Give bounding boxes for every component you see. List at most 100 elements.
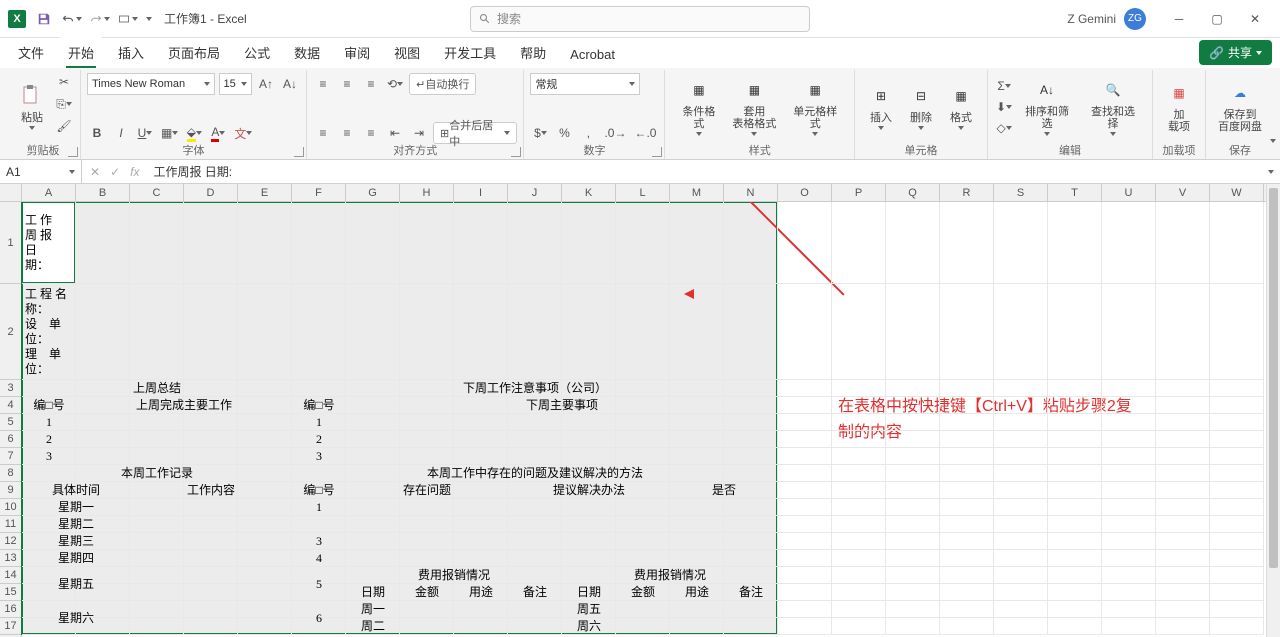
cell[interactable]: 3 bbox=[292, 533, 346, 550]
paste-button[interactable]: 粘贴 bbox=[12, 72, 52, 140]
tab-file[interactable]: 文件 bbox=[8, 37, 54, 68]
align-top-icon[interactable]: ≡ bbox=[313, 74, 333, 94]
copy-icon[interactable]: ⎘ bbox=[54, 94, 74, 114]
tab-insert[interactable]: 插入 bbox=[108, 37, 154, 68]
underline-icon[interactable]: U bbox=[135, 123, 155, 143]
currency-icon[interactable]: $ bbox=[530, 123, 550, 143]
col-header-E[interactable]: E bbox=[238, 184, 292, 201]
italic-icon[interactable]: I bbox=[111, 123, 131, 143]
tab-help[interactable]: 帮助 bbox=[510, 37, 556, 68]
tab-review[interactable]: 审阅 bbox=[334, 37, 380, 68]
cell[interactable]: 周六 bbox=[562, 618, 616, 635]
row-header-4[interactable]: 4 bbox=[0, 397, 21, 414]
tab-formulas[interactable]: 公式 bbox=[234, 37, 280, 68]
cell[interactable]: 日期 bbox=[562, 584, 616, 601]
col-header-A[interactable]: A bbox=[22, 184, 76, 201]
row-header-1[interactable]: 1 bbox=[0, 202, 21, 284]
redo-icon[interactable] bbox=[90, 9, 110, 29]
cell[interactable]: 编□号 bbox=[292, 482, 346, 499]
align-bottom-icon[interactable]: ≡ bbox=[361, 74, 381, 94]
row-header-12[interactable]: 12 bbox=[0, 533, 21, 550]
row-header-11[interactable]: 11 bbox=[0, 516, 21, 533]
cell[interactable]: 周一 bbox=[346, 601, 400, 618]
font-launcher[interactable] bbox=[294, 147, 304, 157]
maximize-button[interactable]: ▢ bbox=[1200, 6, 1234, 32]
cancel-formula-icon[interactable]: ✕ bbox=[86, 165, 104, 179]
minimize-button[interactable]: ─ bbox=[1162, 6, 1196, 32]
cell-style-button[interactable]: ▦单元格样式 bbox=[782, 72, 848, 140]
border-icon[interactable]: ▦ bbox=[159, 123, 180, 143]
tab-dev[interactable]: 开发工具 bbox=[434, 37, 506, 68]
cell[interactable]: 1 bbox=[22, 414, 76, 431]
col-header-W[interactable]: W bbox=[1210, 184, 1264, 201]
cell[interactable]: 上周总结 bbox=[22, 380, 292, 397]
cell[interactable]: 费用报销情况 bbox=[562, 567, 778, 584]
cell[interactable]: 备注 bbox=[508, 584, 562, 601]
row-header-7[interactable]: 7 bbox=[0, 448, 21, 465]
col-header-U[interactable]: U bbox=[1102, 184, 1156, 201]
cell[interactable]: 金额 bbox=[616, 584, 670, 601]
align-left-icon[interactable]: ≡ bbox=[313, 123, 333, 143]
comma-icon[interactable]: , bbox=[578, 123, 598, 143]
close-button[interactable]: ✕ bbox=[1238, 6, 1272, 32]
cell[interactable]: 提议解决办法 bbox=[508, 482, 670, 499]
col-header-Q[interactable]: Q bbox=[886, 184, 940, 201]
row-header-9[interactable]: 9 bbox=[0, 482, 21, 499]
cell[interactable]: 下周工作注意事项（公司） bbox=[292, 380, 778, 397]
share-button[interactable]: 🔗 共享 bbox=[1199, 40, 1272, 65]
col-header-P[interactable]: P bbox=[832, 184, 886, 201]
grid[interactable]: 在表格中按快捷键【Ctrl+V】粘贴步骤2复 制的内容 工 作 周 报 日 期：… bbox=[22, 202, 1280, 637]
cell[interactable]: 下周主要事项 bbox=[346, 397, 778, 414]
row-header-13[interactable]: 13 bbox=[0, 550, 21, 567]
bold-icon[interactable]: B bbox=[87, 123, 107, 143]
tab-view[interactable]: 视图 bbox=[384, 37, 430, 68]
enter-formula-icon[interactable]: ✓ bbox=[106, 165, 124, 179]
row-header-10[interactable]: 10 bbox=[0, 499, 21, 516]
col-header-T[interactable]: T bbox=[1048, 184, 1102, 201]
cell[interactable]: 星期六 bbox=[22, 601, 130, 635]
indent-inc-icon[interactable]: ⇥ bbox=[409, 123, 429, 143]
cut-icon[interactable]: ✂ bbox=[54, 72, 74, 92]
fx-icon[interactable]: fx bbox=[126, 165, 143, 179]
cell[interactable]: 工 程 名 称： 设 单 位： 理 单 位： bbox=[22, 284, 76, 380]
row-header-8[interactable]: 8 bbox=[0, 465, 21, 482]
col-header-K[interactable]: K bbox=[562, 184, 616, 201]
grow-font-icon[interactable]: A↑ bbox=[256, 74, 276, 94]
phonetic-icon[interactable]: 文 bbox=[232, 123, 254, 143]
cell[interactable]: 存在问题 bbox=[346, 482, 508, 499]
cell[interactable]: 周五 bbox=[562, 601, 616, 618]
col-header-H[interactable]: H bbox=[400, 184, 454, 201]
col-header-I[interactable]: I bbox=[454, 184, 508, 201]
inc-decimal-icon[interactable]: .0→ bbox=[602, 123, 628, 143]
cell[interactable]: 费用报销情况 bbox=[346, 567, 562, 584]
tab-home[interactable]: 开始 bbox=[58, 37, 104, 68]
vertical-scrollbar[interactable] bbox=[1266, 184, 1280, 637]
cell[interactable]: 备注 bbox=[724, 584, 778, 601]
table-format-button[interactable]: ▦套用 表格格式 bbox=[726, 72, 782, 140]
align-launcher[interactable] bbox=[511, 147, 521, 157]
customize-qat-icon[interactable] bbox=[118, 9, 138, 29]
align-center-icon[interactable]: ≡ bbox=[337, 123, 357, 143]
indent-dec-icon[interactable]: ⇤ bbox=[385, 123, 405, 143]
cell[interactable]: 是否 bbox=[670, 482, 778, 499]
cell[interactable]: 4 bbox=[292, 550, 346, 567]
align-middle-icon[interactable]: ≡ bbox=[337, 74, 357, 94]
col-header-M[interactable]: M bbox=[670, 184, 724, 201]
font-color-icon[interactable]: A bbox=[208, 123, 228, 143]
cell[interactable]: 星期一 bbox=[22, 499, 130, 516]
col-header-O[interactable]: O bbox=[778, 184, 832, 201]
avatar[interactable]: ZG bbox=[1124, 8, 1146, 30]
cell[interactable]: 1 bbox=[292, 414, 346, 431]
clear-icon[interactable]: ◇ bbox=[994, 118, 1014, 138]
formula-input[interactable]: 工作周报 日期: bbox=[147, 163, 1268, 180]
tab-acrobat[interactable]: Acrobat bbox=[560, 41, 625, 68]
sort-filter-button[interactable]: A↓排序和筛选 bbox=[1014, 72, 1080, 140]
row-header-17[interactable]: 17 bbox=[0, 618, 21, 635]
user-name[interactable]: Z Gemini bbox=[1067, 12, 1116, 26]
cell[interactable]: 用途 bbox=[670, 584, 724, 601]
addins-button[interactable]: ▦加 载项 bbox=[1159, 72, 1199, 140]
wrap-text-button[interactable]: ↵ 自动换行 bbox=[409, 73, 476, 95]
cell[interactable]: 上周完成主要工作 bbox=[76, 397, 292, 414]
search-box[interactable]: 搜索 bbox=[470, 6, 810, 32]
number-format-select[interactable]: 常规 bbox=[530, 73, 640, 95]
